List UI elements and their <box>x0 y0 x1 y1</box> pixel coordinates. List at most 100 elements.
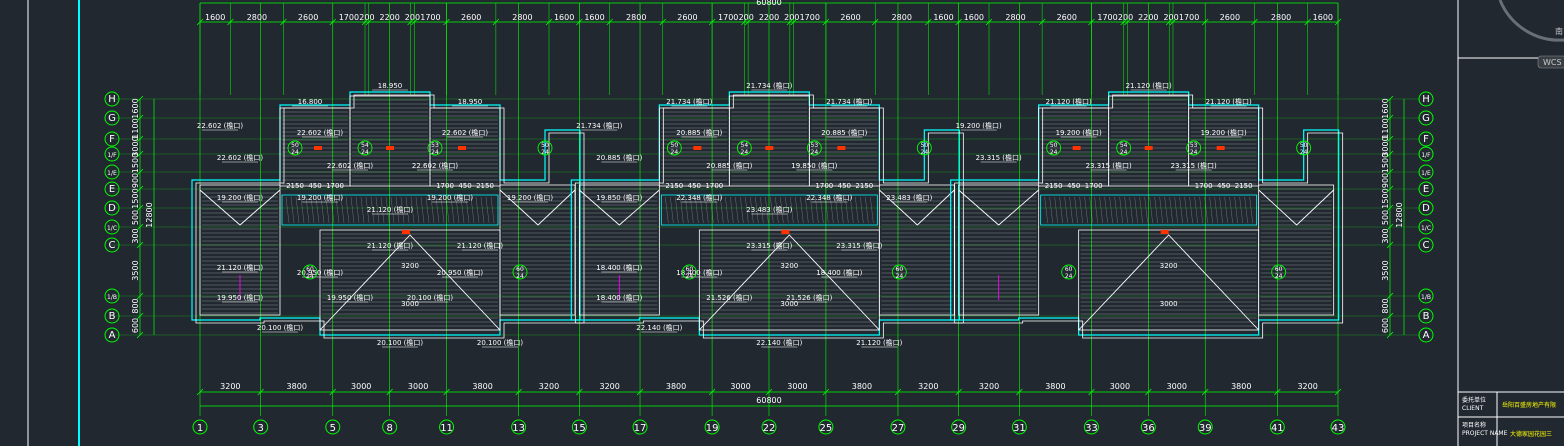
column-axis-label: 43 <box>1332 423 1345 434</box>
client-label-en: CLIENT <box>1462 405 1484 412</box>
bottom-dim-text: 3800 <box>1045 382 1065 391</box>
top-dim-text: 2600 <box>677 13 697 22</box>
wcs-label: WCS <box>1543 58 1562 67</box>
top-dim-text: 2800 <box>892 13 912 22</box>
drain-tag-top: 60 <box>516 266 524 273</box>
level-annotation: 22.602 (檐口) <box>327 161 373 170</box>
drain-tag-bottom: 24 <box>1190 149 1198 156</box>
top-total-dim-text: 60800 <box>756 0 781 7</box>
row-axis-label: 1/C <box>1421 225 1431 232</box>
roof-dimension: 450 <box>688 182 701 190</box>
row-axis-label: 1/E <box>1421 170 1431 177</box>
bottom-dim-text: 3800 <box>666 382 686 391</box>
drain-tag-bottom: 24 <box>291 149 299 156</box>
left-dim-text: 600 <box>131 318 140 333</box>
model-space-background <box>0 0 1564 446</box>
row-axis-label: E <box>109 184 115 195</box>
roof-drain <box>386 146 394 150</box>
top-dim-text: 1700 <box>1179 13 1199 22</box>
drain-tag-top: 53 <box>811 142 819 149</box>
drain-tag-top: 54 <box>1120 142 1128 149</box>
top-dim-text: 1600 <box>584 13 604 22</box>
drain-tag-bottom: 24 <box>921 149 929 156</box>
column-axis-label: 25 <box>820 423 833 434</box>
drain-tag-bottom: 24 <box>1120 149 1128 156</box>
drain-tag-top: 54 <box>741 142 749 149</box>
bottom-dim-text: 3000 <box>351 382 371 391</box>
column-axis-label: 19 <box>706 423 719 434</box>
bottom-dim-text: 3200 <box>979 382 999 391</box>
right-dim-text: 3500 <box>1381 260 1390 280</box>
row-axis-label: D <box>1422 203 1430 214</box>
column-axis-label: 1 <box>197 423 203 434</box>
bottom-dim-text: 3800 <box>1231 382 1251 391</box>
level-annotation: 19.950 (檐口) <box>217 293 263 302</box>
right-dim-text: 1600 <box>1381 98 1390 118</box>
roof-dimension: 450 <box>838 182 851 190</box>
level-annotation: 23.315 (檐口) <box>1171 161 1217 170</box>
bottom-dim-text: 3200 <box>220 382 240 391</box>
level-annotation: 18.400 (檐口) <box>596 293 642 302</box>
left-dim-text: 300 <box>131 228 140 243</box>
level-annotation: 21.734 (檐口) <box>746 81 792 90</box>
level-annotation: 23.315 (檐口) <box>836 241 882 250</box>
left-dim-text: 800 <box>131 298 140 313</box>
level-annotation: 23.483 (檐口) <box>886 193 932 202</box>
left-dim-text: 500 <box>131 210 140 225</box>
top-dim-text: 2800 <box>1005 13 1025 22</box>
drain-tag-top: 60 <box>896 266 904 273</box>
bottom-dim-text: 3200 <box>918 382 938 391</box>
drain-tag-bottom: 24 <box>1275 273 1283 280</box>
row-axis-label: G <box>108 113 116 124</box>
level-annotation: 22.348 (檐口) <box>806 193 852 202</box>
right-dim-text: 300 <box>1381 228 1390 243</box>
level-annotation: 22.140 (檐口) <box>636 323 682 332</box>
level-annotation: 20.100 (檐口) <box>477 338 523 347</box>
top-dim-text: 2800 <box>1271 13 1291 22</box>
row-axis-label: 1/B <box>107 294 117 301</box>
level-annotation: 23.315 (檐口) <box>1086 161 1132 170</box>
level-annotation: 18.950 <box>458 98 483 106</box>
right-dim-text: 500 <box>1381 210 1390 225</box>
level-annotation: 21.120 (檐口) <box>1206 97 1252 106</box>
project-value: 大德家园花园三 <box>1510 430 1552 438</box>
bottom-dim-text: 3000 <box>1110 382 1130 391</box>
drain-tag-top: 53 <box>431 142 439 149</box>
level-annotation: 20.100 (檐口) <box>377 338 423 347</box>
roof-dimension: 3000 <box>780 300 798 308</box>
drain-tag-bottom: 24 <box>361 149 369 156</box>
left-total-dim-text: 12800 <box>145 202 154 227</box>
top-dim-text: 1700 <box>339 13 359 22</box>
cad-drawing-canvas[interactable]: 委托单位 CLIENT 岳阳百盛房地产有限 项目名称 PROJECT NAME … <box>0 0 1564 446</box>
column-axis-label: 29 <box>952 423 965 434</box>
top-dim-text: 2800 <box>626 13 646 22</box>
drain-tag-top: 50 <box>1300 142 1308 149</box>
drain-tag-top: 60 <box>686 266 694 273</box>
drain-tag-top: 60 <box>306 266 314 273</box>
level-annotation: 21.526 (檐口) <box>706 293 752 302</box>
bottom-dim-text: 3800 <box>287 382 307 391</box>
row-axis-label: B <box>1423 311 1430 322</box>
level-annotation: 22.602 (檐口) <box>217 153 263 162</box>
compass-south-label: 南 <box>1555 26 1563 36</box>
drain-tag-top: 50 <box>291 142 299 149</box>
left-dim-text: 1100 <box>131 118 140 138</box>
level-annotation: 20.950 (檐口) <box>437 268 483 277</box>
level-annotation: 20.885 (檐口) <box>821 128 867 137</box>
bottom-dim-text: 3000 <box>787 382 807 391</box>
level-annotation: 19.200 (檐口) <box>297 193 343 202</box>
top-dim-text: 2600 <box>1057 13 1077 22</box>
row-axis-label: 1/B <box>1421 294 1431 301</box>
level-annotation: 22.348 (檐口) <box>676 193 722 202</box>
roof-dimension: 450 <box>308 182 321 190</box>
level-annotation: 19.200 (檐口) <box>427 193 473 202</box>
drain-tag-top: 50 <box>921 142 929 149</box>
drain-tag-bottom: 24 <box>741 149 749 156</box>
roof-dimension: 2150 <box>855 182 873 190</box>
drain-tag-top: 60 <box>1065 266 1073 273</box>
row-axis-label: G <box>1422 113 1430 124</box>
roof-drain <box>1072 146 1081 150</box>
roof-drain <box>1160 230 1169 234</box>
client-label: 委托单位 <box>1462 396 1486 404</box>
level-annotation: 23.315 (檐口) <box>976 153 1022 162</box>
